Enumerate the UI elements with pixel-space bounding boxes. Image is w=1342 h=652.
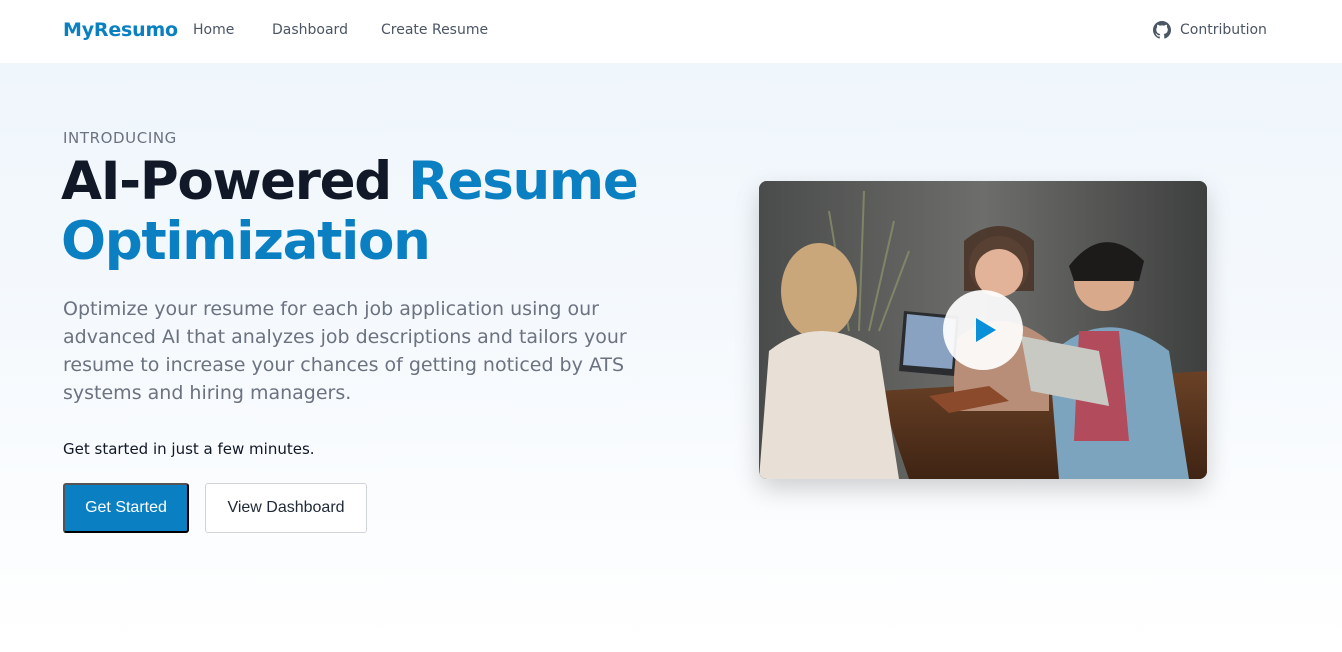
hero-headline: AI-Powered Resume Optimization [61,152,701,272]
hero-subtext: Get started in just a few minutes. [63,440,315,458]
top-navbar: MyResumo Home Dashboard Create Resume Co… [0,0,1342,63]
nav-link-dashboard[interactable]: Dashboard [272,22,348,38]
play-icon [975,318,996,342]
headline-accent-optimization: Optimization [61,211,431,272]
contribution-link[interactable]: Contribution [1153,21,1267,39]
hero-description: Optimize your resume for each job applic… [63,298,627,404]
hero-eyebrow: INTRODUCING [63,129,177,147]
nav-link-create-resume[interactable]: Create Resume [381,22,488,38]
contribution-label: Contribution [1180,22,1267,38]
hero-video-thumbnail[interactable] [759,181,1207,479]
headline-dark: AI-Powered [61,151,392,212]
get-started-button[interactable]: Get Started [63,483,189,533]
nav-link-home[interactable]: Home [193,22,234,38]
headline-accent-resume: Resume [408,151,639,212]
github-icon [1153,21,1171,39]
play-button[interactable] [943,290,1023,370]
view-dashboard-button[interactable]: View Dashboard [205,483,367,533]
brand-logo[interactable]: MyResumo [63,19,178,41]
